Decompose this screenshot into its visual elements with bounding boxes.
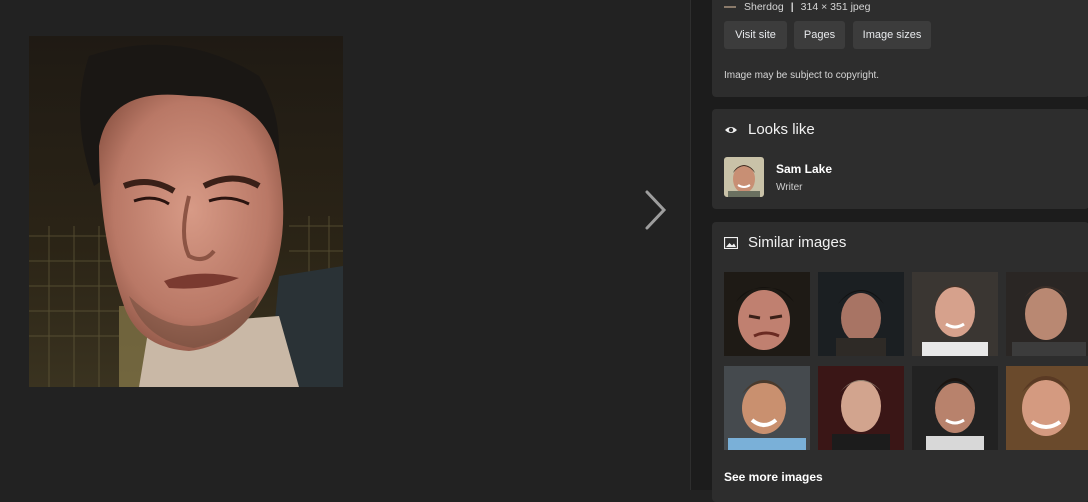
side-panel: Sherdog | 314 × 351 jpeg Visit site Page… <box>690 0 1088 502</box>
similar-images-grid <box>724 272 1088 452</box>
person-result[interactable]: Sam Lake Writer <box>724 157 832 197</box>
looks-like-header: Looks like <box>724 121 815 138</box>
source-separator: | <box>790 1 794 13</box>
similar-image-thumbnail[interactable] <box>724 272 810 356</box>
chevron-right-icon <box>645 190 667 230</box>
looks-like-card: Looks like Sam Lake Writer <box>712 109 1088 209</box>
similar-image-thumbnail[interactable] <box>724 366 810 450</box>
similar-image-thumbnail[interactable] <box>1006 272 1088 356</box>
see-more-images-link[interactable]: See more images <box>724 470 823 484</box>
source-favicon <box>724 6 736 8</box>
pages-button[interactable]: Pages <box>794 21 845 49</box>
looks-like-title: Looks like <box>748 121 815 138</box>
similar-images-card: Similar images See more images <box>712 222 1088 502</box>
similar-image-thumbnail[interactable] <box>912 272 998 356</box>
image-dimensions: 314 × 351 jpeg <box>800 1 871 13</box>
similar-image-thumbnail[interactable] <box>818 272 904 356</box>
source-row: Sherdog | 314 × 351 jpeg <box>724 1 870 13</box>
similar-image-thumbnail[interactable] <box>912 366 998 450</box>
image-icon <box>724 236 738 249</box>
main-image[interactable] <box>29 36 343 387</box>
person-role: Writer <box>776 182 803 193</box>
similar-image-thumbnail[interactable] <box>1006 366 1088 450</box>
copyright-notice: Image may be subject to copyright. <box>724 70 880 81</box>
image-info-card: Sherdog | 314 × 351 jpeg Visit site Page… <box>712 0 1088 97</box>
image-sizes-button[interactable]: Image sizes <box>853 21 931 49</box>
visit-site-button[interactable]: Visit site <box>724 21 787 49</box>
eye-icon <box>725 126 737 133</box>
person-name: Sam Lake <box>776 162 833 176</box>
similar-images-title: Similar images <box>748 234 847 251</box>
next-arrow[interactable] <box>638 186 672 234</box>
source-site[interactable]: Sherdog <box>744 1 784 13</box>
similar-images-header: Similar images <box>724 234 846 251</box>
person-avatar[interactable] <box>724 157 764 197</box>
similar-image-thumbnail[interactable] <box>818 366 904 450</box>
